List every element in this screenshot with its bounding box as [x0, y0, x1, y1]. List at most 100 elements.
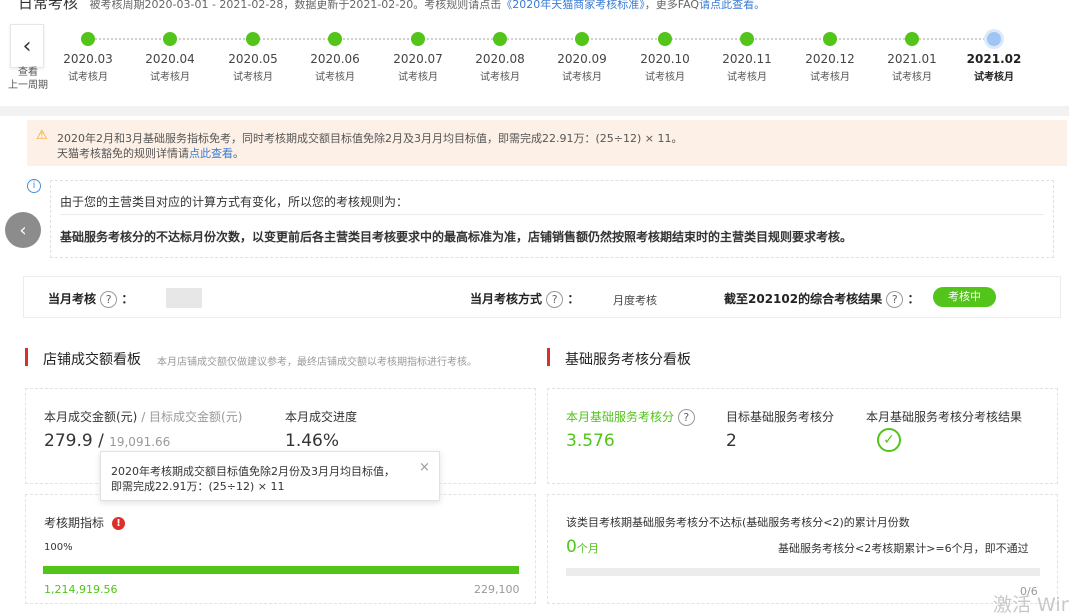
- notice-line-1: 2020年2月和3月基础服务指标免考，同时考核期成交额目标值免除2月及3月月均目…: [57, 132, 683, 145]
- timeline-month: 2020.04: [145, 52, 195, 66]
- period-indicator-label: 考核期指标!: [44, 514, 126, 531]
- timeline-month-status: 试考核月: [810, 72, 850, 83]
- question-icon[interactable]: ?: [677, 409, 695, 426]
- timeline-month: 2020.08: [475, 52, 525, 66]
- chevron-left-icon: ‹: [22, 33, 32, 59]
- timeline-month-status: 试考核月: [974, 72, 1014, 83]
- timeline-month-status: 试考核月: [68, 72, 108, 83]
- period-achieved-value: 1,214,919.56: [44, 583, 118, 596]
- gmv-board-header: 店铺成交额看板 本月店铺成交额仅做建议参考，最终店铺成交额以考核期指标进行考核。: [25, 346, 535, 368]
- period-percent: 100%: [44, 542, 73, 553]
- carousel-prev-button[interactable]: ‹: [5, 212, 41, 248]
- timeline-month-status: 试考核月: [892, 72, 932, 83]
- exemption-tooltip: 2020年考核期成交额目标值免除2月份及3月月均目标值， 即需完成22.91万：…: [100, 451, 440, 501]
- divider-band: [0, 106, 1069, 116]
- header-strip: 日常考核 被考核周期2020-03-01 - 2021-02-28，数据更新于2…: [0, 0, 1069, 12]
- activation-watermark: 激活 Win: [993, 594, 1069, 614]
- completed-month-dot: [658, 32, 672, 46]
- info-icon: i: [27, 179, 41, 193]
- section-accent-bar: [25, 348, 28, 366]
- target-gmv-value: 19,091.66: [109, 435, 171, 449]
- score-result-label: 本月基础服务考核分考核结果: [866, 410, 1023, 424]
- completed-month-dot: [411, 32, 425, 46]
- gmv-label: 本月成交金额(元) / 目标成交金额(元): [44, 410, 243, 424]
- period-target-value: 229,100: [474, 583, 520, 596]
- timeline-node-2021.01[interactable]: 2021.01 试考核月: [872, 10, 952, 83]
- tooltip-line-2: 即需完成22.91万：(25÷12) × 11: [111, 480, 285, 493]
- service-board-header: 基础服务考核分看板: [547, 346, 1057, 368]
- completed-month-dot: [905, 32, 919, 46]
- fail-months-label: 该类目考核期基础服务考核分不达标(基础服务考核分<2)的累计月份数: [566, 516, 910, 529]
- assessment-status-bar: 当月考核 ? ： 当月考核方式 ? ： 月度考核 截至202102的综合考核结果…: [23, 276, 1061, 318]
- previous-period-button[interactable]: ‹: [10, 24, 44, 68]
- timeline-month: 2020.07: [393, 52, 443, 66]
- timeline-node-2020.07[interactable]: 2020.07 试考核月: [378, 10, 458, 83]
- rule-info-box: 由于您的主营类目对应的计算方式有变化，所以您的考核规则为： 基础服务考核分的不达…: [50, 180, 1054, 258]
- completed-month-dot: [81, 32, 95, 46]
- completed-month-dot: [575, 32, 589, 46]
- question-icon[interactable]: ?: [100, 291, 118, 308]
- current-month-dot: [987, 32, 1001, 46]
- period-timeline: ‹ 查看 上一周期 2020.03 试考核月 2020.04 试考核月 2020.05 试…: [0, 10, 1069, 106]
- completed-month-dot: [328, 32, 342, 46]
- timeline-node-2020.03[interactable]: 2020.03 试考核月: [48, 10, 128, 83]
- timeline-node-2020.06[interactable]: 2020.06 试考核月: [295, 10, 375, 83]
- timeline-month: 2021.02: [966, 52, 1022, 66]
- gmv-board-note: 本月店铺成交额仅做建议参考，最终店铺成交额以考核期指标进行考核。: [157, 357, 477, 368]
- timeline-month-status: 试考核月: [150, 72, 190, 83]
- completed-month-dot: [823, 32, 837, 46]
- timeline-node-2020.04[interactable]: 2020.04 试考核月: [130, 10, 210, 83]
- timeline-node-2021.02[interactable]: 2021.02 试考核月: [954, 10, 1034, 83]
- timeline-month-status: 试考核月: [233, 72, 273, 83]
- section-accent-bar: [547, 348, 550, 366]
- timeline-node-2020.05[interactable]: 2020.05 试考核月: [213, 10, 293, 83]
- gmv-value-row: 279.9 / 19,091.66: [44, 431, 171, 451]
- progress-value: 1.46%: [285, 431, 340, 451]
- fail-months-bar: [566, 568, 1040, 576]
- timeline-month: 2020.10: [640, 52, 690, 66]
- timeline-month: 2020.11: [722, 52, 772, 66]
- exemption-detail-link[interactable]: 点此查看: [189, 147, 233, 160]
- timeline-node-2020.11[interactable]: 2020.11 试考核月: [707, 10, 787, 83]
- gmv-value: 279.9: [44, 431, 93, 451]
- timeline-node-2020.10[interactable]: 2020.10 试考核月: [625, 10, 705, 83]
- chevron-left-icon: ‹: [19, 219, 27, 241]
- score-label: 本月基础服务考核分 ?: [566, 408, 695, 426]
- rule-info-divider: [60, 214, 1044, 215]
- question-icon[interactable]: ?: [546, 291, 564, 308]
- timeline-month: 2020.12: [805, 52, 855, 66]
- fail-months-value: 0个月: [566, 537, 599, 557]
- completed-month-dot: [246, 32, 260, 46]
- previous-period-label[interactable]: 查看 上一周期: [2, 66, 54, 92]
- timeline-month: 2020.03: [63, 52, 113, 66]
- timeline-node-2020.12[interactable]: 2020.12 试考核月: [790, 10, 870, 83]
- rule-info-line-2: 基础服务考核分的不达标月份次数，以变更前后各主营类目考核要求中的最高标准为准，店…: [60, 230, 853, 244]
- period-progress-bar: [43, 566, 519, 574]
- score-value: 3.576: [566, 431, 615, 451]
- tooltip-line-1: 2020年考核期成交额目标值免除2月份及3月月均目标值，: [111, 465, 395, 478]
- overall-result-label: 截至202102的综合考核结果 ? ：: [724, 291, 920, 308]
- timeline-month-status: 试考核月: [727, 72, 767, 83]
- completed-month-dot: [493, 32, 507, 46]
- timeline-month: 2020.05: [228, 52, 278, 66]
- timeline-month: 2020.09: [557, 52, 607, 66]
- completed-month-dot: [740, 32, 754, 46]
- exemption-notice: ⚠ 2020年2月和3月基础服务指标免考，同时考核期成交额目标值免除2月及3月月…: [27, 120, 1067, 166]
- status-badge: 考核中: [933, 287, 996, 307]
- completed-month-dot: [163, 32, 177, 46]
- timeline-node-2020.09[interactable]: 2020.09 试考核月: [542, 10, 622, 83]
- rule-info-line-1: 由于您的主营类目对应的计算方式有变化，所以您的考核规则为：: [60, 195, 409, 209]
- timeline-month: 2020.06: [310, 52, 360, 66]
- alert-icon[interactable]: !: [112, 517, 126, 530]
- notice-line-2: 天猫考核豁免的规则详情请点此查看。: [57, 147, 244, 160]
- check-icon: ✓: [877, 428, 901, 452]
- monthly-assessment-value-redacted: [166, 288, 202, 308]
- service-score-card: [547, 388, 1058, 484]
- warning-icon: ⚠: [36, 128, 48, 143]
- close-icon[interactable]: ×: [419, 460, 430, 475]
- timeline-month-status: 试考核月: [398, 72, 438, 83]
- period-progress-fill: [43, 566, 519, 574]
- timeline-node-2020.08[interactable]: 2020.08 试考核月: [460, 10, 540, 83]
- question-icon[interactable]: ?: [886, 291, 904, 308]
- service-board-title: 基础服务考核分看板: [565, 352, 691, 368]
